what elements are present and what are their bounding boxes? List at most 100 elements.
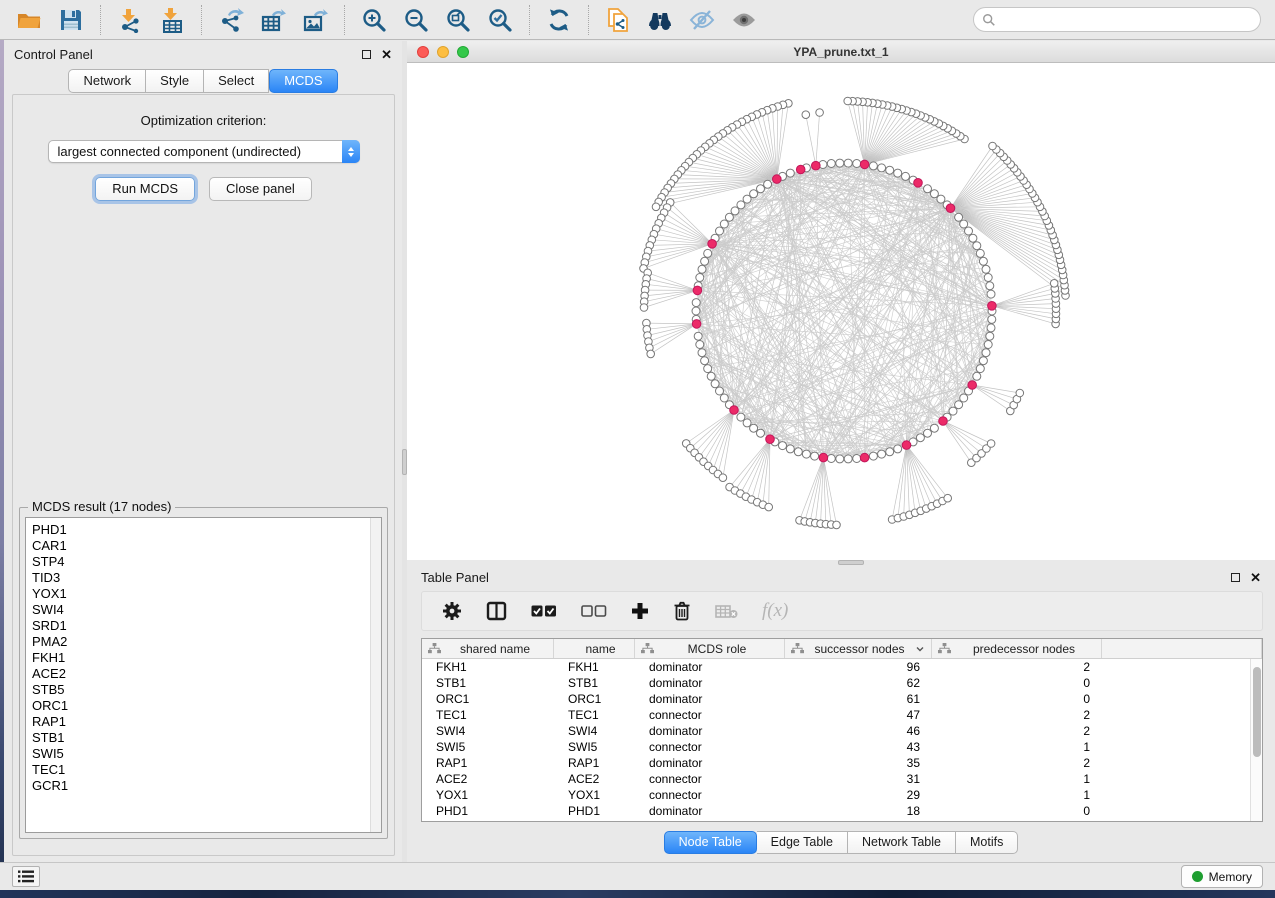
mcds-result-item[interactable]: PHD1 — [32, 522, 381, 538]
mcds-result-item[interactable]: YOX1 — [32, 586, 381, 602]
tab-network[interactable]: Network — [68, 69, 146, 93]
task-history-button[interactable] — [12, 866, 40, 887]
import-network-button[interactable] — [109, 5, 151, 35]
delete-column-button[interactable] — [673, 601, 691, 621]
cell-predecessor-nodes: 1 — [932, 740, 1102, 754]
shared-column-icon — [428, 643, 441, 654]
table-row[interactable]: YOX1YOX1connector291 — [422, 787, 1250, 803]
cell-predecessor-nodes: 0 — [932, 692, 1102, 706]
table-row[interactable]: TEC1TEC1connector472 — [422, 707, 1250, 723]
tab-style[interactable]: Style — [146, 69, 204, 93]
mcds-result-item[interactable]: SWI4 — [32, 602, 381, 618]
refresh-layout-button[interactable] — [538, 5, 580, 35]
table-row[interactable]: FKH1FKH1dominator962 — [422, 659, 1250, 675]
column-header-successor-nodes[interactable]: successor nodes — [785, 639, 932, 658]
cell-successor-nodes: 61 — [785, 692, 932, 706]
table-row[interactable]: SWI5SWI5connector431 — [422, 739, 1250, 755]
cell-MCDS-role: dominator — [635, 724, 785, 738]
optimization-criterion-select[interactable]: largest connected component (undirected) — [48, 140, 360, 163]
export-network-button[interactable] — [210, 5, 252, 35]
network-view-window: YPA_prune.txt_1 — [407, 41, 1275, 560]
node-table-scroll-thumb[interactable] — [1253, 667, 1261, 757]
save-session-button[interactable] — [50, 5, 92, 35]
cell-successor-nodes: 35 — [785, 756, 932, 770]
table-panel-close-icon[interactable]: ✕ — [1250, 573, 1261, 582]
mcds-result-item[interactable]: STB5 — [32, 682, 381, 698]
cell-MCDS-role: dominator — [635, 660, 785, 674]
table-row[interactable]: PHD1PHD1dominator180 — [422, 803, 1250, 819]
trash-icon — [673, 601, 691, 621]
table-settings-button[interactable] — [442, 601, 462, 621]
table-row[interactable]: SWI4SWI4dominator462 — [422, 723, 1250, 739]
mcds-result-item[interactable]: ORC1 — [32, 698, 381, 714]
export-table-button[interactable] — [252, 5, 294, 35]
tab-node-table[interactable]: Node Table — [664, 831, 757, 854]
table-row[interactable]: STB1STB1dominator620 — [422, 675, 1250, 691]
add-column-button[interactable] — [631, 602, 649, 620]
tab-select[interactable]: Select — [204, 69, 269, 93]
mcds-result-item[interactable]: STP4 — [32, 554, 381, 570]
deselect-all-columns-button[interactable] — [581, 604, 607, 618]
network-canvas[interactable] — [407, 63, 1275, 560]
hide-selected-button[interactable] — [681, 5, 723, 35]
tab-mcds[interactable]: MCDS — [269, 69, 337, 93]
zoom-out-icon — [403, 7, 429, 33]
import-table-button[interactable] — [151, 5, 193, 35]
zoom-selected-button[interactable] — [479, 5, 521, 35]
tab-motifs[interactable]: Motifs — [956, 831, 1018, 854]
mcds-result-item[interactable]: TEC1 — [32, 762, 381, 778]
clone-network-button[interactable] — [597, 5, 639, 35]
zoom-out-button[interactable] — [395, 5, 437, 35]
zoom-fit-button[interactable] — [437, 5, 479, 35]
show-all-button[interactable] — [723, 5, 765, 35]
tab-network-table[interactable]: Network Table — [848, 831, 956, 854]
search-input[interactable] — [996, 13, 1260, 27]
mcds-result-item[interactable]: RAP1 — [32, 714, 381, 730]
control-panel-float-icon[interactable] — [362, 50, 371, 59]
column-header-filler — [1102, 639, 1262, 658]
run-mcds-button[interactable]: Run MCDS — [95, 177, 195, 201]
column-header-name[interactable]: name — [554, 639, 635, 658]
first-neighbors-button[interactable] — [639, 5, 681, 35]
table-row[interactable]: ORC1ORC1dominator610 — [422, 691, 1250, 707]
column-header-MCDS-role[interactable]: MCDS role — [635, 639, 785, 658]
mcds-result-item[interactable]: TID3 — [32, 570, 381, 586]
mcds-result-item[interactable]: PMA2 — [32, 634, 381, 650]
tab-edge-table[interactable]: Edge Table — [757, 831, 848, 854]
toolbar-group-zoom — [344, 5, 529, 35]
node-table-header: shared namenameMCDS rolesuccessor nodesp… — [422, 639, 1262, 659]
select-all-columns-button[interactable] — [531, 604, 557, 618]
function-builder-button[interactable]: f(x) — [762, 600, 788, 622]
save-floppy-icon — [58, 7, 84, 33]
table-panel: Table Panel ✕ — [407, 565, 1275, 862]
network-titlebar[interactable]: YPA_prune.txt_1 — [407, 41, 1275, 63]
cell-shared-name: SWI5 — [422, 740, 554, 754]
memory-button[interactable]: Memory — [1181, 865, 1263, 888]
network-graph[interactable] — [407, 63, 1275, 560]
table-panel-float-icon[interactable] — [1231, 573, 1240, 582]
open-file-button[interactable] — [8, 5, 50, 35]
mcds-result-item[interactable]: ACE2 — [32, 666, 381, 682]
close-panel-button[interactable]: Close panel — [209, 177, 312, 201]
control-panel-close-icon[interactable]: ✕ — [381, 50, 392, 59]
column-header-predecessor-nodes[interactable]: predecessor nodes — [932, 639, 1102, 658]
table-row[interactable]: RAP1RAP1dominator352 — [422, 755, 1250, 771]
mcds-result-item[interactable]: CAR1 — [32, 538, 381, 554]
search-box[interactable] — [973, 7, 1261, 32]
cell-shared-name: SWI4 — [422, 724, 554, 738]
export-image-button[interactable] — [294, 5, 336, 35]
cell-MCDS-role: connector — [635, 788, 785, 802]
mcds-result-item[interactable]: STB1 — [32, 730, 381, 746]
mcds-result-list[interactable]: PHD1CAR1STP4TID3YOX1SWI4SRD1PMA2FKH1ACE2… — [25, 517, 382, 833]
zoom-in-button[interactable] — [353, 5, 395, 35]
mcds-result-item[interactable]: SWI5 — [32, 746, 381, 762]
mcds-result-item[interactable]: SRD1 — [32, 618, 381, 634]
mcds-result-item[interactable]: FKH1 — [32, 650, 381, 666]
mcds-result-item[interactable]: GCR1 — [32, 778, 381, 794]
table-row[interactable]: ACE2ACE2connector311 — [422, 771, 1250, 787]
node-table-scrollbar[interactable] — [1250, 659, 1262, 821]
mcds-result-scrollbar[interactable] — [370, 518, 381, 832]
show-columns-button[interactable] — [486, 601, 507, 621]
delete-table-button[interactable] — [715, 604, 738, 619]
column-header-shared-name[interactable]: shared name — [422, 639, 554, 658]
